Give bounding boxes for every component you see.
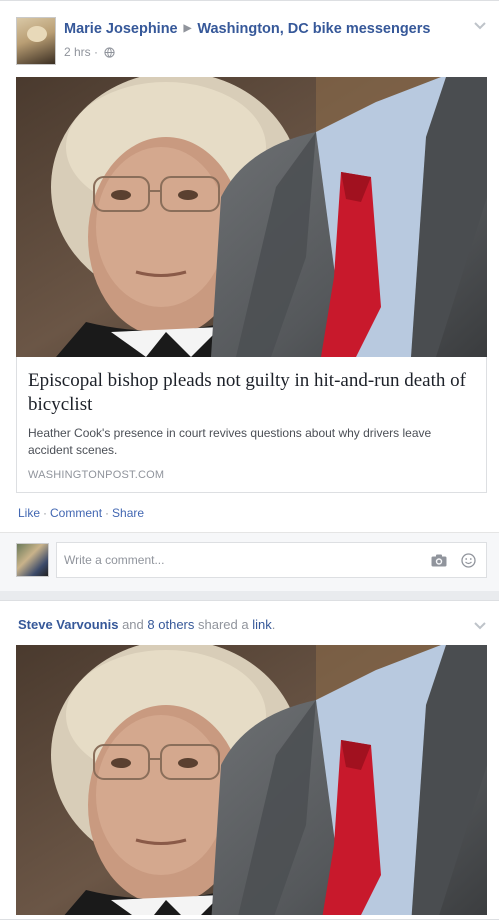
link-image[interactable]: [16, 645, 487, 915]
smiley-icon[interactable]: [461, 553, 476, 568]
shared-text: shared a: [198, 617, 249, 632]
shared-link-word[interactable]: link: [252, 617, 272, 632]
and-text: and: [122, 617, 144, 632]
chevron-down-icon[interactable]: [473, 21, 487, 31]
group-name[interactable]: Washington, DC bike messengers: [197, 21, 430, 37]
post-meta: 2 hrs ·: [64, 45, 116, 59]
post-actions: Like · Comment · Share: [18, 506, 144, 520]
share-link[interactable]: Share: [112, 506, 144, 520]
link-description: Heather Cook's presence in court revives…: [28, 426, 432, 457]
sharer-name[interactable]: Steve Varvounis: [18, 617, 118, 632]
triangle-right-icon: ▶: [183, 23, 192, 34]
camera-icon[interactable]: [431, 554, 447, 567]
comment-composer: [0, 532, 499, 591]
commenter-avatar: [16, 543, 49, 577]
period: .: [271, 617, 276, 632]
share-story-header: Steve Varvounis and 8 others shared a li…: [18, 617, 275, 632]
feed-post: Marie Josephine ▶ Washington, DC bike mess…: [0, 0, 499, 591]
post-timestamp[interactable]: 2 hrs: [64, 45, 91, 59]
link-title[interactable]: Episcopal bishop pleads not guilty in hi…: [28, 369, 478, 417]
photo-woman-and-man: [16, 77, 487, 357]
link-preview[interactable]: Episcopal bishop pleads not guilty in hi…: [16, 357, 487, 493]
meta-separator: ·: [94, 45, 99, 59]
post-header: Marie Josephine ▶ Washington, DC bike mess…: [64, 21, 430, 37]
action-separator: ·: [43, 506, 48, 520]
comment-link[interactable]: Comment: [50, 506, 102, 520]
author-avatar[interactable]: [16, 17, 56, 65]
link-source: WASHINGTONPOST.COM: [28, 469, 165, 481]
chevron-down-icon[interactable]: [473, 621, 487, 631]
comment-input[interactable]: [56, 542, 487, 578]
photo-woman-and-man: [16, 645, 487, 915]
like-link[interactable]: Like: [18, 506, 40, 520]
globe-icon[interactable]: [104, 47, 116, 58]
author-name[interactable]: Marie Josephine: [64, 21, 178, 37]
others-link[interactable]: 8 others: [147, 617, 194, 632]
action-separator: ·: [105, 506, 110, 520]
link-image[interactable]: [16, 77, 487, 357]
